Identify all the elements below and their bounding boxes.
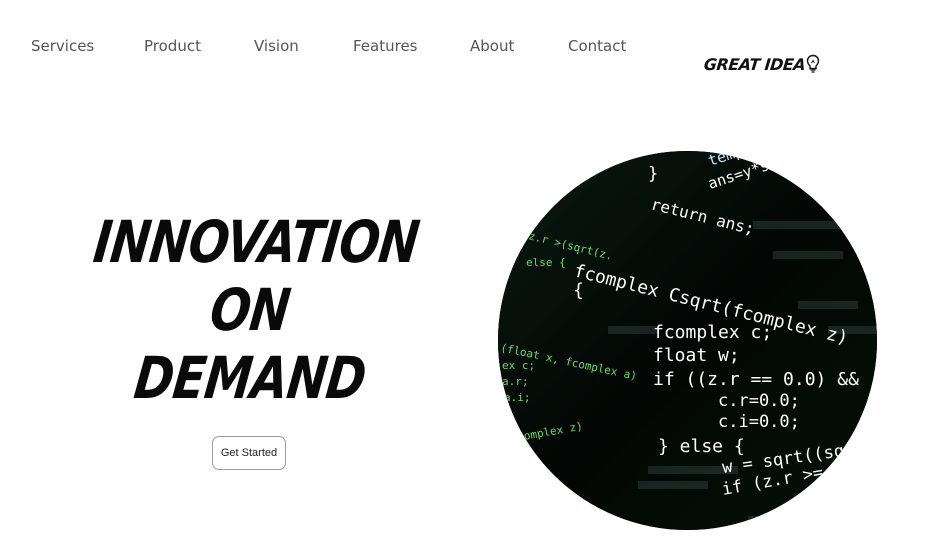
landing-page: Services Product Vision Features About C…: [0, 0, 927, 548]
nav-link-product[interactable]: Product: [144, 37, 201, 55]
brand-logo[interactable]: GREAT IDEA: [703, 53, 820, 75]
code-image: temp=x/y;}ans=y*sqrt(1.0+temp*return ans…: [498, 151, 877, 530]
nav-link-vision[interactable]: Vision: [254, 37, 299, 55]
nav-link-contact[interactable]: Contact: [568, 37, 626, 55]
nav-link-features[interactable]: Features: [353, 37, 418, 55]
get-started-button[interactable]: Get Started: [212, 436, 286, 470]
hero-title-line-1: INNOVATION: [90, 208, 423, 276]
code-line: if ((z.r == 0.0) && (z.i == 0.0)): [653, 369, 877, 390]
code-line: {: [573, 280, 584, 301]
code-image-svg: temp=x/y;}ans=y*sqrt(1.0+temp*return ans…: [498, 151, 877, 530]
code-fragment: a.r;: [502, 375, 529, 388]
code-line: } else {: [658, 436, 745, 457]
hero-title-line-2: ON: [206, 276, 294, 344]
code-line: }: [648, 164, 658, 184]
lightbulb-icon: [806, 54, 820, 74]
hero-title: INNOVATION ON DEMAND: [60, 208, 440, 412]
code-line: float w;: [653, 345, 740, 366]
code-fragment: ex c;: [502, 359, 535, 372]
nav-link-about[interactable]: About: [470, 37, 514, 55]
code-line: c.i=0.0;: [718, 412, 800, 432]
code-line: fcomplex c;: [653, 322, 772, 343]
hero-title-line-3: DEMAND: [130, 344, 370, 412]
top-nav: Services Product Vision Features About C…: [0, 37, 660, 57]
code-line: c.r=0.0;: [718, 391, 800, 411]
code-fragment: else {: [526, 256, 566, 269]
brand-logo-text: GREAT IDEA: [703, 54, 807, 74]
nav-link-services[interactable]: Services: [31, 37, 94, 55]
code-fragment: a.i;: [504, 391, 531, 404]
